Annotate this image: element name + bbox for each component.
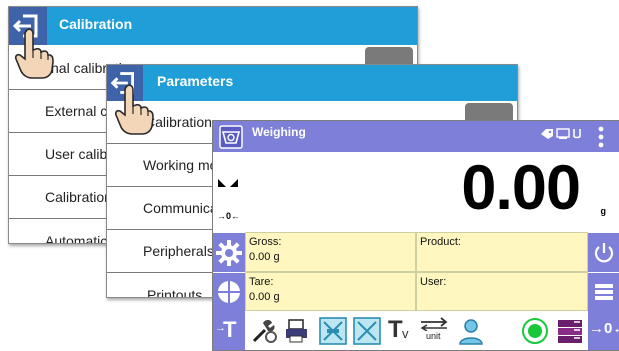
calibration-header: Calibration bbox=[9, 7, 417, 45]
stable-icon[interactable] bbox=[319, 317, 347, 345]
unstable-icon[interactable] bbox=[353, 317, 381, 345]
tare-value: 0.00 g bbox=[249, 291, 280, 303]
weighing-title: Weighing bbox=[252, 125, 306, 139]
hand-pointer-icon bbox=[114, 84, 154, 135]
printout-button[interactable] bbox=[588, 272, 619, 311]
menu-dots-icon[interactable] bbox=[597, 126, 605, 148]
weighing-window: Weighing →0← 0.00 g Gross: 0.00 g Produc… bbox=[212, 120, 619, 351]
user-field[interactable]: User: bbox=[416, 272, 588, 311]
weight-display: →0← 0.00 g bbox=[213, 152, 619, 232]
database-icon[interactable] bbox=[556, 317, 584, 345]
bottom-toolbar: T → T v unit →0 bbox=[213, 311, 619, 350]
zero-button[interactable]: →0← bbox=[588, 311, 619, 350]
gross-field[interactable]: Gross: 0.00 g bbox=[245, 232, 416, 272]
hand-pointer-icon bbox=[14, 28, 54, 79]
text-button[interactable]: T v bbox=[386, 316, 416, 346]
printer-settings-icon[interactable] bbox=[283, 317, 311, 345]
modes-button[interactable] bbox=[213, 272, 245, 311]
unit-change-icon bbox=[420, 317, 448, 332]
tare-field[interactable]: Tare: 0.00 g bbox=[245, 272, 416, 311]
user-label: User: bbox=[420, 276, 447, 288]
power-icon bbox=[594, 242, 614, 262]
text-icon: T bbox=[388, 316, 403, 343]
status-ok-icon bbox=[522, 318, 548, 344]
user-icon[interactable] bbox=[457, 317, 485, 345]
product-label: Product: bbox=[420, 236, 461, 248]
weight-unit: g bbox=[600, 206, 607, 216]
parameters-header: Parameters bbox=[107, 65, 517, 101]
tare-button[interactable]: T → bbox=[213, 311, 245, 350]
zero-icon: →0← bbox=[589, 320, 619, 337]
gear-icon bbox=[216, 239, 242, 266]
printer-icon bbox=[556, 128, 570, 139]
weighing-header: Weighing bbox=[213, 121, 619, 152]
gross-value: 0.00 g bbox=[249, 251, 280, 263]
unit-button[interactable]: unit bbox=[419, 317, 449, 347]
usb-icon bbox=[573, 129, 581, 139]
check-mark-icon: v bbox=[402, 326, 409, 341]
unit-label: unit bbox=[426, 331, 441, 341]
settings-button[interactable] bbox=[213, 232, 245, 272]
tools-icon[interactable] bbox=[251, 317, 279, 345]
gross-label: Gross: bbox=[249, 236, 282, 248]
scale-icon[interactable] bbox=[219, 125, 243, 149]
calibration-title: Calibration bbox=[59, 16, 133, 32]
tare-label: Tare: bbox=[249, 276, 274, 288]
stability-marker-icon bbox=[218, 179, 238, 187]
tare-arrow-icon: → bbox=[215, 322, 226, 334]
print-icon bbox=[595, 284, 613, 300]
tag-icon bbox=[541, 129, 553, 139]
weight-value: 0.00 bbox=[461, 153, 581, 223]
product-field[interactable]: Product: bbox=[416, 232, 588, 272]
parameters-title: Parameters bbox=[157, 73, 234, 89]
power-button[interactable] bbox=[588, 232, 619, 272]
zero-indicator: →0← bbox=[217, 211, 241, 221]
pie-chart-icon bbox=[218, 281, 240, 303]
